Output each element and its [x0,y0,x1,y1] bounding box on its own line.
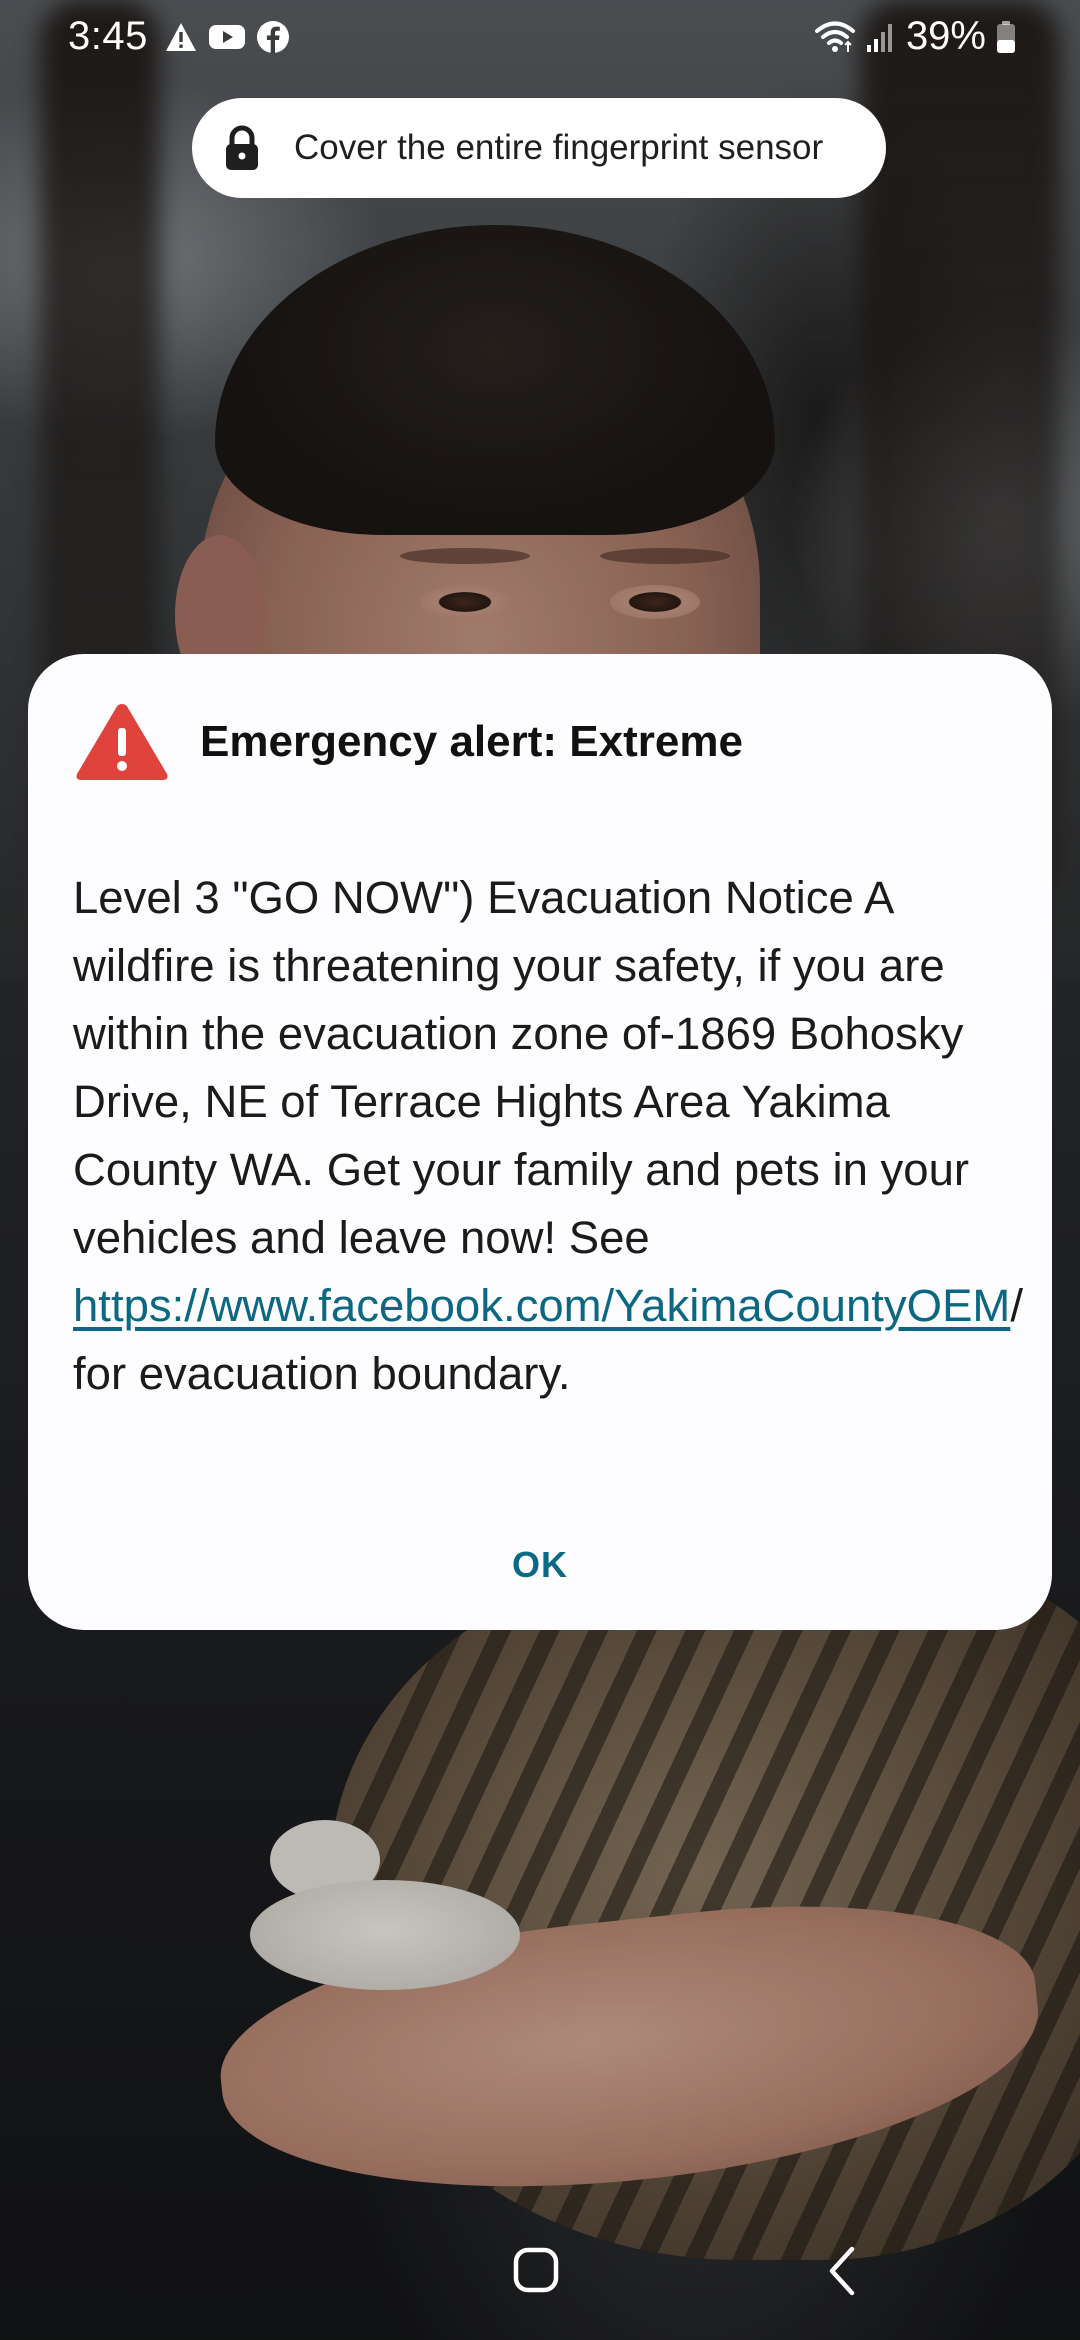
fingerprint-hint: Cover the entire fingerprint sensor [192,98,886,198]
lock-icon [222,125,262,171]
alert-link[interactable]: https://www.facebook.com/YakimaCountyOEM [73,1280,1010,1331]
alert-header: Emergency alert: Extreme [74,700,743,784]
alert-title: Emergency alert: Extreme [200,717,743,766]
facebook-icon [256,20,290,54]
status-bar-right: 39% [814,14,1016,59]
ok-button[interactable]: OK [440,1520,640,1610]
warning-triangle-icon [74,700,170,784]
battery-icon [996,20,1016,54]
alert-message: Level 3 "GO NOW") Evacuation Notice A wi… [73,864,1023,1408]
home-icon[interactable] [512,2246,560,2294]
battery-percentage: 39% [905,14,986,58]
fingerprint-hint-text: Cover the entire fingerprint sensor [294,128,824,167]
status-time: 3:45 [68,14,148,58]
back-icon[interactable] [820,2244,864,2298]
navigation-bar [0,2230,1080,2340]
emergency-alert-dialog: Emergency alert: Extreme Level 3 "GO NOW… [28,654,1052,1630]
alert-message-text: Level 3 "GO NOW") Evacuation Notice A wi… [73,872,970,1263]
status-bar-left: 3:45 [68,14,290,59]
signal-icon [866,21,896,53]
wifi-icon [814,20,856,54]
status-bar: 3:45 39% [0,0,1080,84]
youtube-icon [208,23,246,51]
warning-icon [164,21,198,53]
